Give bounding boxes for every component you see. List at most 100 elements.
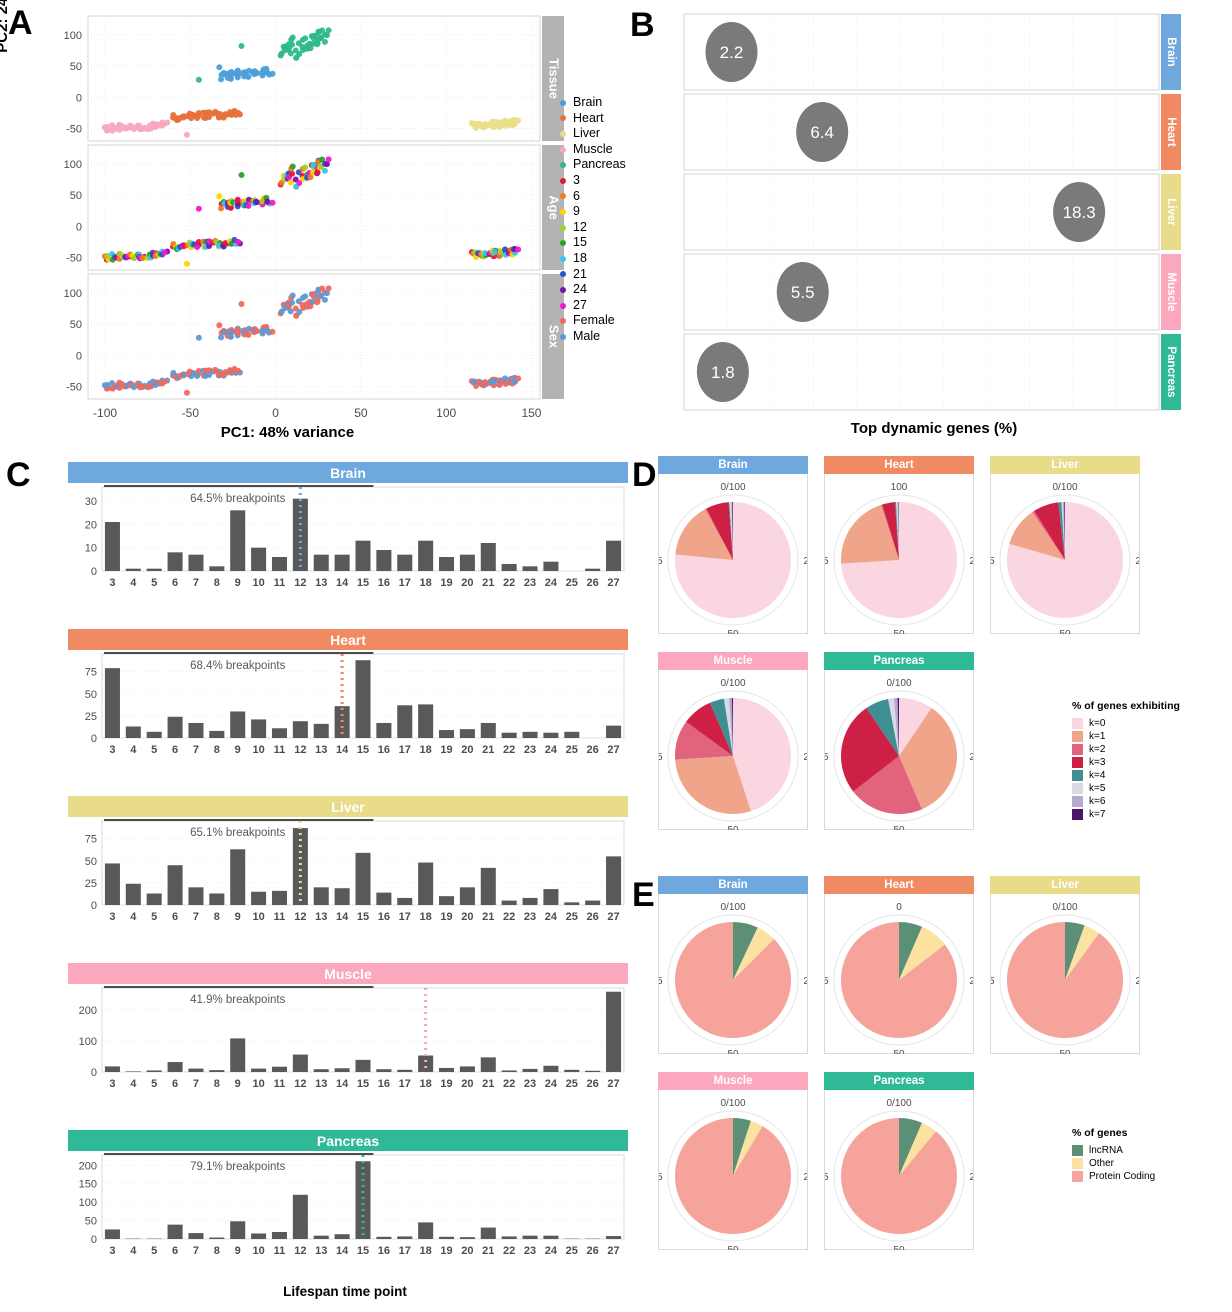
panel-a-legend-label: Pancreas — [573, 157, 626, 172]
panel-c-x-tick: 6 — [172, 911, 178, 923]
panel-e-pie-polar-tick: 25 — [969, 1172, 973, 1183]
panel-a-legend-item[interactable]: Male — [560, 329, 626, 345]
panel-c-bar — [564, 731, 580, 738]
scatter-point — [254, 199, 261, 206]
panel-c-x-tick: 7 — [193, 744, 199, 756]
panel-a-legend-item[interactable]: 12 — [560, 220, 626, 236]
panel-c-x-tick: 23 — [524, 911, 536, 923]
panel-e-legend: % of genes lncRNA Other Protein Coding — [1072, 1127, 1155, 1183]
panel-a-legend-item[interactable]: 27 — [560, 298, 626, 314]
panel-d-legend-item[interactable]: k=2 — [1072, 743, 1180, 756]
panel-c-x-tick: 11 — [274, 577, 286, 589]
scatter-point — [321, 167, 328, 174]
panel-a-legend-item[interactable]: 3 — [560, 173, 626, 189]
scatter-point — [325, 285, 332, 292]
panel-c-x-tick: 12 — [294, 744, 306, 756]
panel-c-x-tick: 19 — [440, 577, 452, 589]
panel-e-legend-item[interactable]: lncRNA — [1072, 1144, 1155, 1157]
panel-c-bar — [292, 1054, 308, 1072]
panel-c-y-tick: 0 — [91, 1234, 97, 1246]
panel-b-facet-strip-pancreas: Pancreas — [1161, 334, 1181, 410]
panel-c-y-tick: 100 — [79, 1197, 97, 1209]
panel-c-bar — [606, 725, 622, 738]
panel-d-pie-card-muscle: Muscle 0/100 25 50 75 — [651, 652, 815, 836]
legend-swatch-icon — [1072, 1145, 1083, 1156]
scatter-point — [116, 379, 123, 386]
panel-d-pie-body: 0/100 25 50 75 — [983, 474, 1147, 640]
panel-a-legend-item[interactable]: 21 — [560, 267, 626, 283]
scatter-point — [264, 69, 271, 76]
panel-c-chart-brain: Brain 0 10 20 30 3 4 5 6 7 8 9 10 11 12 13 14 15 16 17 18 19 2… — [68, 462, 628, 606]
panel-a-legend-item[interactable]: 9 — [560, 204, 626, 220]
panel-e-legend-item[interactable]: Other — [1072, 1157, 1155, 1170]
panel-d-legend-item[interactable]: k=1 — [1072, 730, 1180, 743]
panel-a-legend-item[interactable]: 18 — [560, 251, 626, 267]
panel-a-legend-item[interactable]: Brain — [560, 95, 626, 111]
panel-b-bubble-value: 2.2 — [720, 43, 744, 62]
scatter-point — [302, 35, 309, 42]
panel-c-x-tick: 12 — [294, 577, 306, 589]
panel-c-y-tick: 20 — [85, 519, 97, 531]
panel-c-x-tick: 21 — [482, 911, 494, 923]
panel-d-legend-item[interactable]: k=3 — [1072, 756, 1180, 769]
panel-d-legend-item[interactable]: k=4 — [1072, 769, 1180, 782]
panel-a-legend-item[interactable]: Muscle — [560, 142, 626, 158]
panel-d-pie-pie: 0/100 25 50 75 — [651, 482, 815, 640]
panel-a-legend-item[interactable]: Liver — [560, 126, 626, 142]
panel-a-legend-item[interactable]: Heart — [560, 111, 626, 127]
panel-d-legend-item[interactable]: k=7 — [1072, 808, 1180, 821]
panel-a-x-tick: 100 — [436, 406, 456, 420]
legend-dot-icon — [560, 240, 566, 247]
panel-c-strip-title: Heart — [68, 629, 628, 650]
svg-text:Brain: Brain — [1165, 37, 1177, 66]
scatter-point — [235, 238, 242, 245]
legend-swatch-icon — [1072, 796, 1083, 807]
panel-a-y-tick: -50 — [66, 382, 82, 394]
panel-a-letter: A — [8, 4, 33, 42]
panel-c-bar — [271, 728, 287, 738]
panel-d-pie-polar-tick: 75 — [825, 752, 829, 763]
panel-d-legend-item[interactable]: k=5 — [1072, 782, 1180, 795]
panel-d-legend-item[interactable]: k=6 — [1072, 795, 1180, 808]
panel-c-bar — [376, 1236, 392, 1239]
panel-a-legend-item[interactable]: 15 — [560, 235, 626, 251]
panel-e-legend-item[interactable]: Protein Coding — [1072, 1170, 1155, 1183]
legend-swatch-icon — [1072, 1171, 1083, 1182]
panel-a-legend-item[interactable]: 24 — [560, 282, 626, 298]
panel-a-legend-label: 3 — [573, 172, 580, 187]
panel-a-legend-item[interactable]: Pancreas — [560, 157, 626, 173]
panel-c-y-tick: 30 — [85, 496, 97, 508]
scatter-point — [321, 296, 328, 303]
panel-c-x-tick: 19 — [440, 1078, 452, 1090]
panel-a-y-tick: 50 — [70, 319, 82, 331]
panel-c-bar — [104, 863, 120, 905]
panel-a-y-tick: 50 — [70, 61, 82, 73]
panel-a: A PC2: 24% variance PC1: 48% variance 10… — [0, 0, 630, 452]
panel-c-bar — [543, 889, 559, 905]
panel-c-y-tick: 50 — [85, 856, 97, 868]
panel-c-x-tick: 14 — [336, 1245, 349, 1257]
panel-d: D Brain 0/100 25 50 75 Heart 100 25 50 75 Liver 0/1… — [624, 452, 1232, 852]
panel-a-legend-item[interactable]: 6 — [560, 189, 626, 205]
panel-c-bar — [292, 721, 308, 738]
panel-c-x-tick: 6 — [172, 1245, 178, 1257]
panel-c-bar — [585, 900, 601, 905]
panel-c-bar — [397, 554, 413, 571]
panel-c-bar — [271, 1066, 287, 1072]
panel-c-bar — [480, 867, 496, 905]
panel-e-pie-polar-tick: 0/100 — [1052, 902, 1077, 913]
panel-c-x-tick: 5 — [151, 577, 157, 589]
panel-c-x-tick: 8 — [214, 911, 220, 923]
panel-e-pie-body: 0/100 25 50 75 — [983, 894, 1147, 1060]
panel-a-legend-label: Heart — [573, 110, 604, 125]
panel-c-x-tick: 16 — [378, 1078, 390, 1090]
panel-d-pie-polar-tick: 25 — [969, 752, 973, 763]
panel-a-legend-item[interactable]: Female — [560, 313, 626, 329]
scatter-point — [238, 43, 245, 49]
panel-d-legend-item[interactable]: k=0 — [1072, 717, 1180, 730]
panel-e-pie-slice — [675, 922, 791, 1038]
panel-a-legend-label: Female — [573, 313, 615, 328]
panel-a-plot: 100500-50Tissue100500-50Age100500-50Sex-… — [64, 15, 564, 420]
legend-swatch-icon — [1072, 770, 1083, 781]
panel-a-legend: Brain Heart Liver Muscle Pancreas 3 6 9 12 15 18 21… — [560, 95, 626, 345]
